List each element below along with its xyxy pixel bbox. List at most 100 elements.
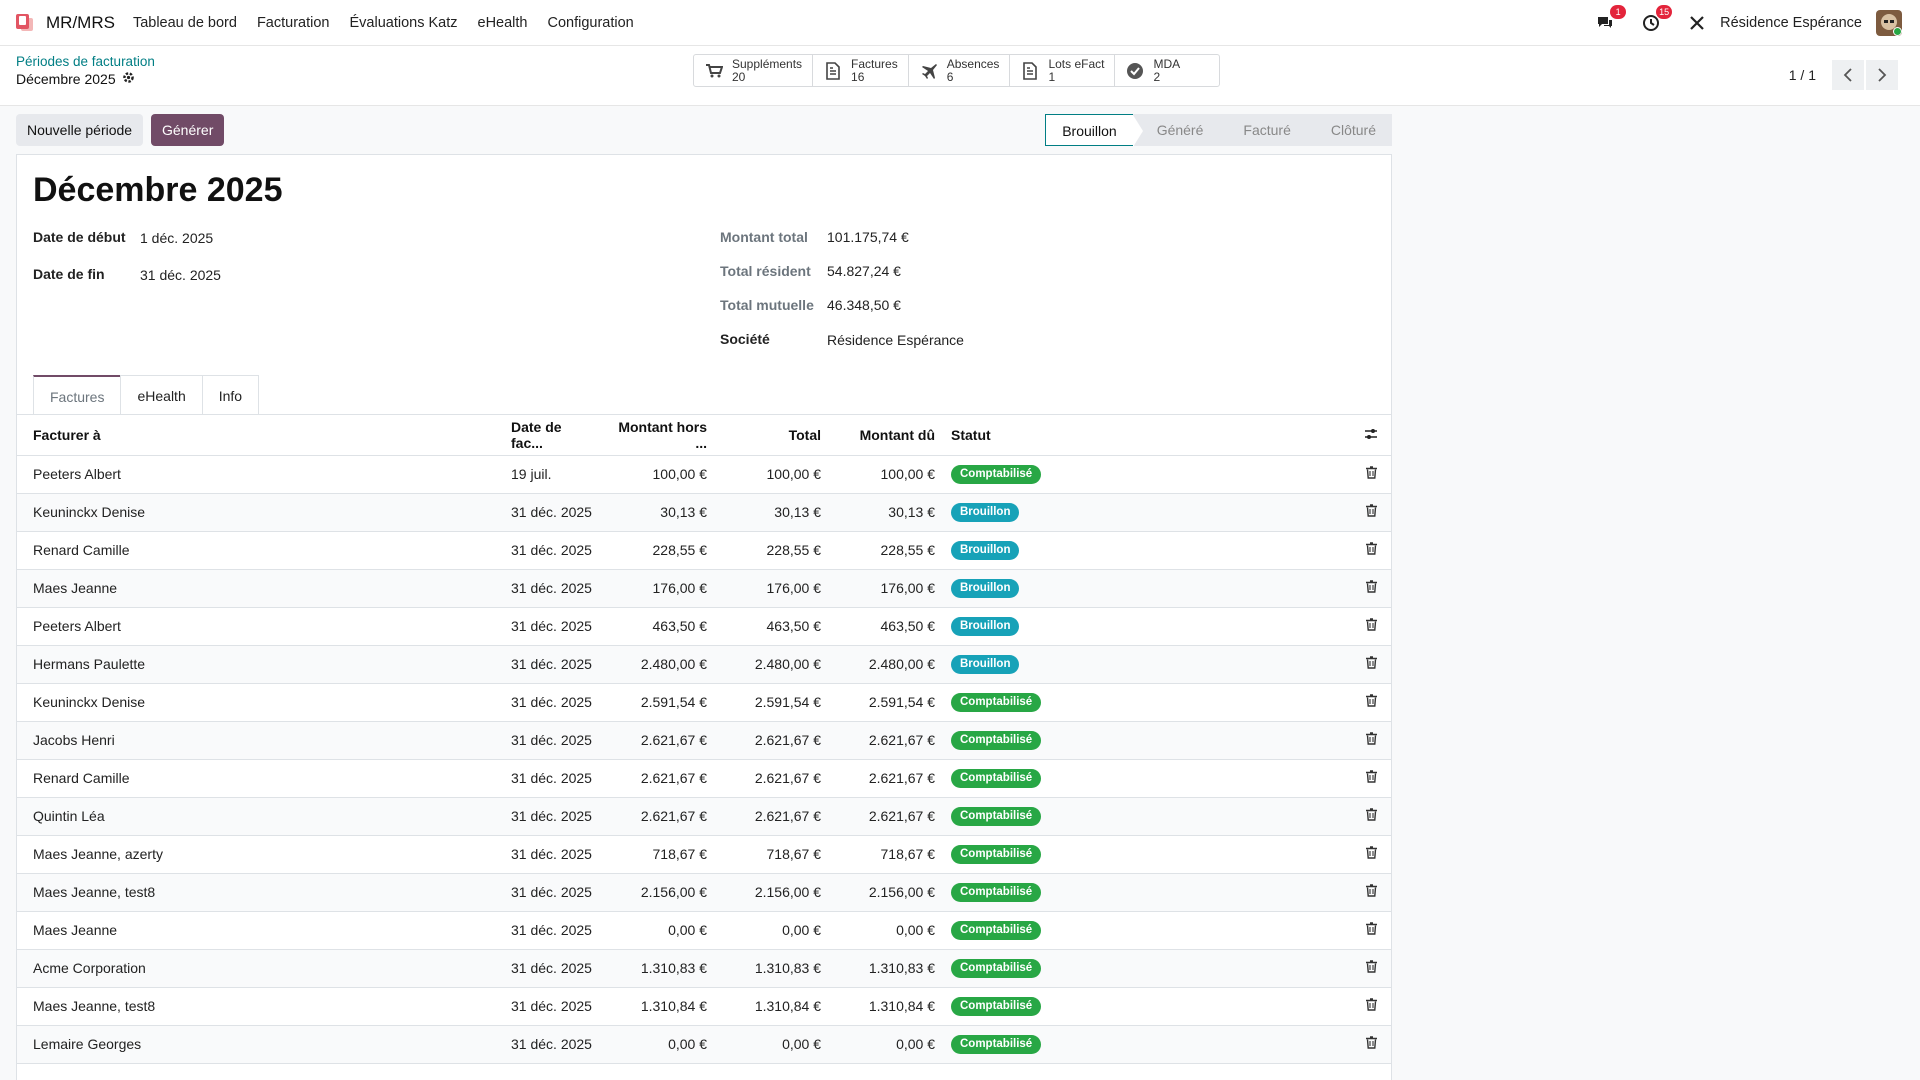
- table-row[interactable]: Quintin Léa 31 déc. 2025 2.621,67 €2.621,6…: [17, 797, 1391, 836]
- delete-row-button[interactable]: [1351, 455, 1391, 494]
- cell-total: 100,00 €: [715, 455, 829, 494]
- delete-row-button[interactable]: [1351, 835, 1391, 874]
- table-row[interactable]: Jacobs Henri 31 déc. 2025 2.621,67 €2.621,…: [17, 721, 1391, 760]
- table-row[interactable]: Maes Jeanne, azerty 31 déc. 2025 718,67 €7…: [17, 835, 1391, 874]
- table-row[interactable]: Peeters Albert 31 déc. 2025 463,50 €463,50…: [17, 607, 1391, 646]
- column-header-invoice-date[interactable]: Date de fac...: [503, 415, 601, 456]
- tab-info[interactable]: Info: [201, 375, 260, 415]
- cell-bill-to: Quintin Léa: [17, 797, 503, 836]
- activities-button[interactable]: 15: [1640, 5, 1673, 34]
- delete-row-button[interactable]: [1351, 873, 1391, 912]
- table-row[interactable]: Renard Camille 31 déc. 2025 228,55 €228,55…: [17, 531, 1391, 570]
- cell-total: 2.480,00 €: [715, 645, 829, 684]
- column-header-total[interactable]: Total: [715, 415, 829, 456]
- delete-row-button[interactable]: [1351, 797, 1391, 836]
- smart-button-efact-batches[interactable]: Lots eFact 1: [1010, 55, 1116, 86]
- cell-invoice-date: 31 déc. 2025: [503, 1025, 601, 1064]
- start-date-value[interactable]: 1 déc. 2025: [140, 230, 213, 246]
- company-switcher[interactable]: Résidence Espérance: [1720, 15, 1862, 31]
- menu-item-billing[interactable]: Facturation: [247, 15, 340, 31]
- delete-row-button[interactable]: [1351, 607, 1391, 646]
- end-date-label: Date de fin: [33, 266, 105, 282]
- smart-button-invoices[interactable]: Factures 16: [813, 55, 909, 86]
- optional-columns-toggle[interactable]: [1351, 415, 1391, 456]
- delete-row-button[interactable]: [1351, 531, 1391, 570]
- stage-generated[interactable]: Généré: [1132, 114, 1230, 146]
- table-row[interactable]: Lemaire Georges 31 déc. 2025 0,00 €0,00 €0…: [17, 1025, 1391, 1064]
- cell-status: Comptabilisé: [943, 873, 1351, 912]
- smart-button-supplements[interactable]: Suppléments 20: [694, 55, 814, 86]
- pager-previous-button[interactable]: [1832, 60, 1864, 90]
- menu-item-dashboard[interactable]: Tableau de bord: [123, 15, 247, 31]
- new-period-button[interactable]: Nouvelle période: [16, 114, 144, 146]
- app-brand[interactable]: MR/MRS: [46, 13, 115, 33]
- stage-invoiced[interactable]: Facturé: [1219, 114, 1317, 146]
- gear-icon[interactable]: [122, 71, 135, 87]
- tab-ehealth[interactable]: eHealth: [120, 375, 203, 415]
- tab-invoices[interactable]: Factures: [33, 375, 122, 415]
- plane-icon: [919, 61, 939, 81]
- generate-button[interactable]: Générer: [151, 114, 225, 146]
- breadcrumb-parent-link[interactable]: Périodes de facturation: [16, 54, 155, 69]
- app-logo-icon[interactable]: [16, 13, 34, 32]
- table-row[interactable]: Maes Jeanne, test8 31 déc. 2025 2.156,00 €…: [17, 873, 1391, 912]
- status-badge: Comptabilisé: [951, 807, 1042, 826]
- table-row[interactable]: Keuninckx Denise 31 déc. 2025 2.591,54 €2.…: [17, 683, 1391, 722]
- menu-item-ehealth[interactable]: eHealth: [468, 15, 538, 31]
- table-row[interactable]: Maes Jeanne 31 déc. 2025 176,00 €176,00 €1…: [17, 569, 1391, 608]
- resident-total-value: 54.827,24 €: [827, 263, 901, 279]
- company-value[interactable]: Résidence Espérance: [827, 332, 964, 348]
- table-row[interactable]: Acme Corporation 31 déc. 2025 1.310,83 €1.…: [17, 949, 1391, 988]
- smart-button-absences[interactable]: Absences 6: [909, 55, 1011, 86]
- pager-value[interactable]: 1 / 1: [1789, 67, 1816, 83]
- stage-draft[interactable]: Brouillon: [1045, 114, 1143, 147]
- cell-untaxed-amount: 30,13 €: [601, 493, 715, 532]
- end-date-value[interactable]: 31 déc. 2025: [140, 267, 221, 283]
- delete-row-button[interactable]: [1351, 987, 1391, 1026]
- menu-item-katz[interactable]: Évaluations Katz: [340, 15, 468, 31]
- delete-row-button[interactable]: [1351, 683, 1391, 722]
- cell-total: 176,00 €: [715, 569, 829, 608]
- delete-row-button[interactable]: [1351, 645, 1391, 684]
- table-row[interactable]: Hermans Paulette 31 déc. 2025 2.480,00 €2.…: [17, 645, 1391, 684]
- cell-status: Comptabilisé: [943, 835, 1351, 874]
- cell-total: 1.310,84 €: [715, 987, 829, 1026]
- cell-total: 2.621,67 €: [715, 721, 829, 760]
- column-header-status[interactable]: Statut: [943, 415, 1351, 456]
- delete-row-button[interactable]: [1351, 949, 1391, 988]
- menu-item-configuration[interactable]: Configuration: [538, 15, 644, 31]
- smart-button-mda[interactable]: MDA 2: [1115, 55, 1219, 86]
- delete-row-button[interactable]: [1351, 759, 1391, 798]
- table-row[interactable]: Maes Jeanne 31 déc. 2025 0,00 €0,00 €0,00 …: [17, 911, 1391, 950]
- delete-row-button[interactable]: [1351, 493, 1391, 532]
- status-badge: Brouillon: [951, 655, 1020, 674]
- cell-total: 0,00 €: [715, 1025, 829, 1064]
- stage-closed[interactable]: Clôturé: [1306, 114, 1392, 146]
- start-date-label: Date de début: [33, 229, 126, 245]
- table-row[interactable]: Keuninckx Denise 31 déc. 2025 30,13 €30,13…: [17, 493, 1391, 532]
- cell-status: Comptabilisé: [943, 455, 1351, 494]
- column-header-amount-due[interactable]: Montant dû: [829, 415, 943, 456]
- table-row[interactable]: Peeters Albert 19 juil. 100,00 €100,00 €10…: [17, 455, 1391, 494]
- total-amount-label: Montant total: [720, 229, 808, 245]
- column-header-bill-to[interactable]: Facturer à: [17, 415, 503, 456]
- cell-status: Comptabilisé: [943, 797, 1351, 836]
- smart-button-efact-value: 1: [1048, 69, 1056, 84]
- cell-bill-to: Maes Jeanne: [17, 911, 503, 950]
- delete-row-button[interactable]: [1351, 1025, 1391, 1064]
- cell-bill-to: Maes Jeanne: [17, 569, 503, 608]
- table-row[interactable]: Maes Jeanne, test8 31 déc. 2025 1.310,84 €…: [17, 987, 1391, 1026]
- pager-next-button[interactable]: [1866, 60, 1898, 90]
- delete-row-button[interactable]: [1351, 911, 1391, 950]
- delete-row-button[interactable]: [1351, 569, 1391, 608]
- cell-amount-due: 2.591,54 €: [829, 683, 943, 722]
- stage-generated-label: Généré: [1156, 122, 1204, 138]
- user-avatar[interactable]: [1876, 10, 1902, 36]
- stage-indicator: Brouillon Généré Facturé Clôturé: [1045, 114, 1392, 147]
- table-row[interactable]: Renard Camille 31 déc. 2025 2.621,67 €2.62…: [17, 759, 1391, 798]
- column-header-untaxed-amount[interactable]: Montant hors ...: [601, 415, 715, 456]
- online-status-dot: [1893, 27, 1902, 36]
- debug-tools-button[interactable]: [1686, 12, 1708, 34]
- messages-button[interactable]: 1: [1594, 5, 1627, 34]
- delete-row-button[interactable]: [1351, 721, 1391, 760]
